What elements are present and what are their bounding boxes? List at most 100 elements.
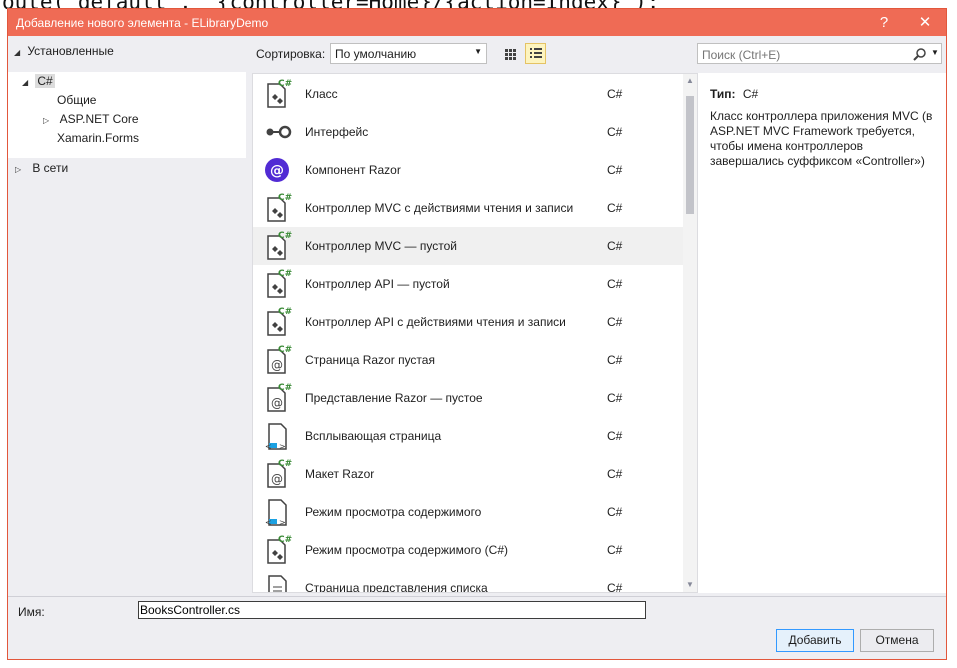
template-language: C# [607, 353, 623, 367]
search-input[interactable] [700, 45, 914, 64]
template-name: Контроллер MVC с действиями чтения и зап… [305, 201, 574, 215]
add-button[interactable]: Добавить [776, 629, 854, 652]
template-language: C# [607, 201, 623, 215]
template-description: Класс контроллера приложения MVC (в ASP.… [710, 109, 933, 168]
razor-component-icon: @ [261, 153, 295, 187]
template-language: C# [607, 505, 623, 519]
template-name: Интерфейс [305, 125, 369, 139]
window-title: Добавление нового элемента - ELibraryDem… [16, 16, 269, 30]
tree-item-label: ASP.NET Core [59, 112, 139, 126]
search-box: ▼ [697, 43, 942, 64]
svg-text:C#: C# [278, 345, 292, 355]
expanded-arrow-icon: ◢ [14, 48, 21, 57]
type-value: C# [742, 87, 759, 101]
template-language: C# [607, 125, 623, 139]
collapsed-arrow-icon: ▷ [15, 165, 22, 174]
template-list-item[interactable]: Страница представления списка C# [253, 569, 683, 593]
template-language: C# [607, 467, 623, 481]
template-language: C# [607, 239, 623, 253]
template-list-item[interactable]: C# @ Представление Razor — пустое C# [253, 379, 683, 417]
type-row: Тип: C# [710, 87, 758, 101]
template-list-item[interactable]: C# @ Макет Razor C# [253, 455, 683, 493]
template-list-item[interactable]: C# Контроллер API — пустой C# [253, 265, 683, 303]
template-language: C# [607, 391, 623, 405]
svg-text:>: > [279, 518, 286, 527]
chevron-down-icon: ▼ [474, 47, 482, 56]
svg-text:@: @ [271, 358, 283, 372]
grid-view-icon [505, 49, 516, 60]
controller-file-icon: C# [261, 229, 295, 263]
template-list-item[interactable]: @ Компонент Razor C# [253, 151, 683, 189]
cancel-button[interactable]: Отмена [860, 629, 934, 652]
close-button[interactable]: ✕ [907, 9, 943, 36]
popup-page-icon: < > [261, 419, 295, 453]
scrollbar-thumb[interactable] [686, 96, 694, 214]
scroll-up-icon[interactable]: ▲ [683, 74, 697, 88]
template-language: C# [607, 581, 623, 593]
expanded-arrow-icon: ◢ [22, 78, 29, 87]
template-list-item[interactable]: < > Всплывающая страница C# [253, 417, 683, 455]
template-list-item[interactable]: C# @ Страница Razor пустая C# [253, 341, 683, 379]
template-list-item[interactable]: C# Контроллер API с действиями чтения и з… [253, 303, 683, 341]
template-list: C# Класс C# Интерфейс C# @ Компонент Razor C# C#… [252, 73, 698, 593]
list-view-icon [530, 48, 542, 58]
scroll-down-icon[interactable]: ▼ [683, 578, 697, 592]
svg-text:C#: C# [278, 535, 292, 545]
template-name: Контроллер API — пустой [305, 277, 450, 291]
template-language: C# [607, 429, 623, 443]
template-name: Режим просмотра содержимого (C#) [305, 543, 509, 557]
tree-item-label: C# [35, 74, 55, 88]
template-language: C# [607, 163, 623, 177]
sort-dropdown[interactable]: По умолчанию ▼ [330, 43, 487, 64]
add-new-item-dialog: Добавление нового элемента - ELibraryDem… [7, 8, 947, 660]
list-page-icon [261, 571, 295, 592]
search-options-chevron-icon[interactable]: ▼ [931, 48, 939, 57]
razor-page-icon: C# @ [261, 457, 295, 491]
sort-dropdown-value: По умолчанию [335, 47, 417, 61]
template-name: Режим просмотра содержимого [305, 505, 482, 519]
details-pane: Тип: C# Класс контроллера приложения MVC… [698, 73, 946, 593]
controller-file-icon: C# [261, 267, 295, 301]
template-list-item[interactable]: Интерфейс C# [253, 113, 683, 151]
tree-item-installed[interactable]: ◢ Установленные [14, 42, 114, 61]
tree-item-online[interactable]: ▷ В сети [15, 159, 68, 178]
tree-item-aspnet-core[interactable]: ▷ ASP.NET Core [43, 110, 139, 129]
template-name: Представление Razor — пустое [305, 391, 483, 405]
svg-text:@: @ [271, 472, 283, 486]
template-name: Контроллер API с действиями чтения и зап… [305, 315, 566, 329]
template-list-item[interactable]: < > Режим просмотра содержимого C# [253, 493, 683, 531]
template-list-item[interactable]: C# Контроллер MVC с действиями чтения и з… [253, 189, 683, 227]
template-list-item[interactable]: C# Режим просмотра содержимого (C#) C# [253, 531, 683, 569]
svg-text:>: > [279, 442, 286, 451]
template-name: Контроллер MVC — пустой [305, 239, 457, 253]
controller-file-icon: C# [261, 305, 295, 339]
title-bar: Добавление нового элемента - ELibraryDem… [8, 9, 946, 36]
tree-item-label: В сети [32, 161, 69, 175]
tree-item-general[interactable]: Общие [57, 91, 96, 110]
name-label: Имя: [18, 605, 45, 619]
tree-item-csharp[interactable]: ◢ C# [22, 72, 55, 91]
template-category-tree: ◢ Установленные ◢ C# Общие ▷ ASP.NET Cor… [8, 36, 248, 602]
name-input[interactable] [138, 601, 646, 619]
type-label: Тип: [710, 87, 736, 101]
interface-icon [261, 115, 295, 149]
svg-text:C#: C# [278, 79, 292, 89]
svg-text:<: < [265, 442, 272, 451]
template-list-item[interactable]: C# Контроллер MVC — пустой C# [253, 227, 683, 265]
svg-text:<: < [265, 518, 272, 527]
tree-item-label: Общие [57, 93, 97, 107]
template-list-item[interactable]: C# Класс C# [253, 75, 683, 113]
separator [8, 596, 946, 597]
vertical-scrollbar[interactable]: ▲ ▼ [683, 74, 697, 592]
grid-view-button[interactable] [500, 43, 520, 64]
template-name: Компонент Razor [305, 163, 401, 177]
help-button[interactable]: ? [866, 9, 902, 36]
search-icon[interactable] [913, 47, 927, 61]
collapsed-arrow-icon: ▷ [43, 116, 50, 125]
help-icon: ? [879, 14, 889, 31]
razor-page-icon: C# @ [261, 381, 295, 415]
template-name: Макет Razor [305, 467, 375, 481]
controller-file-icon: C# [261, 191, 295, 225]
list-view-button[interactable] [525, 43, 546, 64]
tree-item-xamarin-forms[interactable]: Xamarin.Forms [57, 129, 139, 148]
